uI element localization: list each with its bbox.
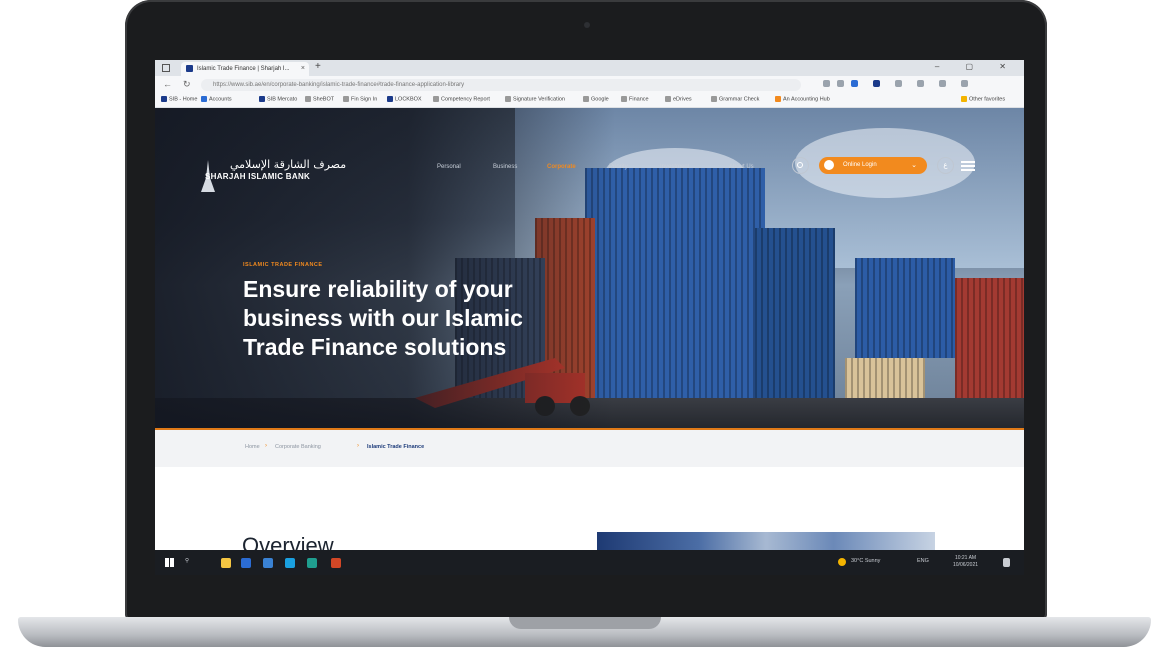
bookmarks-bar: SIB - Home Accounts SIB Mercato SheBOT F… — [155, 94, 1024, 108]
hero-headline: Ensure reliability of your business with… — [243, 275, 563, 362]
bookmark-icon — [505, 96, 511, 102]
online-login-button[interactable]: Online Login ⌄ — [819, 157, 927, 174]
camera-icon — [584, 22, 590, 28]
taskbar-clock[interactable]: 10:21 AM 10/06/2021 — [953, 555, 978, 569]
breadcrumb-separator: › — [265, 443, 267, 449]
sync-icon[interactable] — [895, 80, 902, 87]
back-icon[interactable]: ← — [163, 79, 172, 89]
search-button[interactable] — [792, 157, 809, 174]
tab-title: Islamic Trade Finance | Sharjah I... — [197, 66, 290, 72]
bookmark-icon — [201, 96, 207, 102]
refresh-icon[interactable]: ↻ — [183, 79, 191, 90]
taskbar-time: 10:21 AM — [954, 555, 977, 561]
hero-headline-line: Ensure reliability of your — [243, 276, 513, 302]
language-toggle[interactable]: ع — [937, 157, 954, 174]
search-icon — [797, 162, 803, 168]
edge-icon[interactable] — [285, 558, 295, 568]
bookmark-icon — [775, 96, 781, 102]
favorite-star-icon[interactable] — [851, 80, 858, 87]
container-stack — [955, 278, 1024, 418]
bookmark-item[interactable]: Other favorites — [961, 96, 1005, 102]
bookmark-item[interactable]: An Accounting Hub — [775, 96, 830, 102]
bookmark-item[interactable]: SheBOT — [305, 96, 334, 102]
tab-close-icon[interactable]: × — [301, 62, 305, 76]
tab-favicon-icon — [186, 65, 193, 72]
sib-extension-icon[interactable] — [873, 80, 880, 87]
notifications-icon[interactable] — [1003, 558, 1010, 567]
bookmark-item[interactable]: SIB - Home — [161, 96, 197, 102]
settings-menu-icon[interactable] — [961, 80, 968, 87]
bookmark-icon — [961, 96, 967, 102]
nav-corporate[interactable]: Corporate — [547, 164, 576, 170]
windows-start-icon[interactable] — [165, 558, 174, 567]
bookmark-icon — [711, 96, 717, 102]
bookmark-icon — [259, 96, 265, 102]
bookmark-icon — [665, 96, 671, 102]
nav-business[interactable]: Business — [493, 164, 517, 170]
hero-headline-line: Trade Finance solutions — [243, 334, 507, 360]
bookmark-icon — [161, 96, 167, 102]
bookmark-item[interactable]: eDrives — [665, 96, 692, 102]
search-taskbar-icon[interactable]: ⚲ — [185, 558, 189, 564]
bookmark-item[interactable]: Signature Verification — [505, 96, 565, 102]
hero-overlay — [155, 108, 615, 430]
reader-icon[interactable] — [837, 80, 844, 87]
teams-icon[interactable] — [263, 558, 273, 568]
file-explorer-icon[interactable] — [221, 558, 231, 568]
weather-text[interactable]: 30°C Sunny — [851, 558, 880, 564]
hero-headline-line: business with our Islamic — [243, 305, 523, 331]
tab-actions-icon[interactable] — [162, 64, 170, 72]
bookmark-icon — [387, 96, 393, 102]
bookmark-item[interactable]: Google — [583, 96, 609, 102]
profile-icon[interactable] — [939, 80, 946, 87]
address-bar-row: ← ↻ https://www.sib.ae/en/corporate-bank… — [155, 76, 1024, 94]
weather-sun-icon — [838, 558, 846, 566]
bookmark-icon — [433, 96, 439, 102]
bookmark-item[interactable]: LOCKBOX — [387, 96, 422, 102]
container-stack — [855, 258, 955, 358]
extension-icon[interactable] — [823, 80, 830, 87]
logo-english[interactable]: SHARJAH ISLAMIC BANK — [205, 172, 310, 181]
laptop-notch — [509, 617, 661, 629]
nav-about-us[interactable]: About Us — [729, 164, 754, 170]
nav-investment[interactable]: Investment — [660, 164, 689, 170]
bookmark-item[interactable]: Accounts — [201, 96, 232, 102]
bookmark-icon — [621, 96, 627, 102]
url-field[interactable]: https://www.sib.ae/en/corporate-banking/… — [201, 79, 801, 91]
breadcrumb: Home › Corporate Banking › Islamic Trade… — [155, 430, 1024, 467]
breadcrumb-separator: › — [357, 443, 359, 449]
windows-taskbar: ⚲ 30°C Sunny ENG 10:21 AM 10/06/2021 — [155, 550, 1024, 575]
nav-personal[interactable]: Personal — [437, 164, 461, 170]
mail-icon[interactable] — [241, 558, 251, 568]
window-controls[interactable]: – ▢ ✕ — [935, 62, 1018, 71]
nav-priority[interactable]: Priority — [609, 164, 628, 170]
container-stack — [755, 228, 835, 398]
powerpoint-icon[interactable] — [331, 558, 341, 568]
collections-icon[interactable] — [917, 80, 924, 87]
online-login-label: Online Login — [843, 162, 877, 168]
bookmark-icon — [583, 96, 589, 102]
hero-eyebrow: ISLAMIC TRADE FINANCE — [243, 262, 323, 268]
bookmark-icon — [305, 96, 311, 102]
chevron-down-icon: ⌄ — [911, 162, 917, 169]
logo-arabic[interactable]: مصرف الشارقة الإسلامي — [230, 158, 346, 171]
breadcrumb-parent[interactable]: Corporate Banking — [275, 444, 321, 450]
app-icon[interactable] — [307, 558, 317, 568]
browser-tab[interactable]: Islamic Trade Finance | Sharjah I... × — [181, 62, 309, 76]
system-tray-language[interactable]: ENG — [917, 558, 929, 564]
breadcrumb-current: Islamic Trade Finance — [367, 444, 425, 450]
bookmark-item[interactable]: Finance — [621, 96, 649, 102]
breadcrumb-home[interactable]: Home — [245, 444, 260, 450]
bookmark-icon — [343, 96, 349, 102]
screen: Islamic Trade Finance | Sharjah I... × +… — [155, 60, 1024, 575]
taskbar-date: 10/06/2021 — [953, 562, 979, 568]
new-tab-button[interactable]: + — [315, 61, 321, 72]
bookmark-item[interactable]: Grammar Check — [711, 96, 759, 102]
bookmark-item[interactable]: SIB Mercato — [259, 96, 297, 102]
bookmark-item[interactable]: Fin Sign In — [343, 96, 377, 102]
hamburger-menu-icon[interactable] — [961, 161, 975, 171]
browser-tab-bar: Islamic Trade Finance | Sharjah I... × +… — [155, 60, 1024, 76]
bookmark-item[interactable]: Competency Report — [433, 96, 490, 102]
user-icon — [824, 160, 834, 170]
